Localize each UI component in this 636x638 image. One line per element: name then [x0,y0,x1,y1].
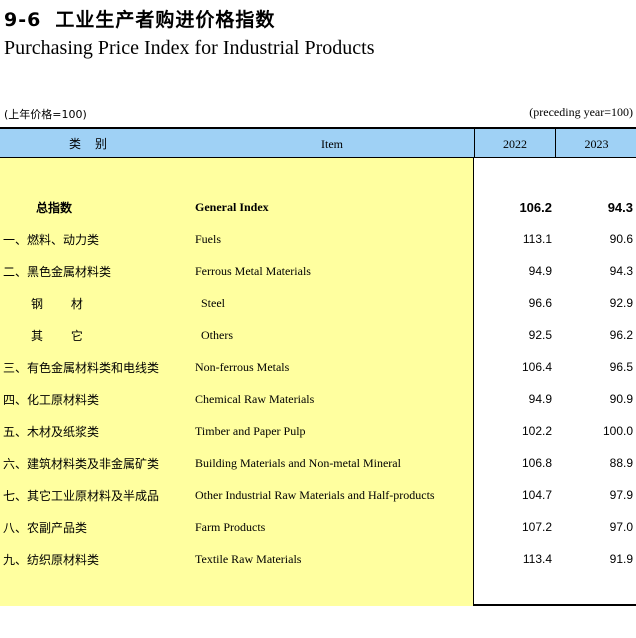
row-label-cn: 八、农副产品类 [3,521,88,535]
table-row: 五、木材及纸浆类 Timber and Paper Pulp 102.2 100… [0,423,636,445]
value-2023: 90.6 [609,232,633,246]
value-2023: 91.9 [609,552,633,566]
row-label-en: Others [201,328,233,342]
table-row: 八、农副产品类 Farm Products 107.2 97.0 [0,519,636,541]
table-header: 类别 Item 2022 2023 [0,129,636,158]
value-2022: 106.2 [519,200,552,215]
value-2023: 96.5 [609,360,633,374]
row-label-cn: 一、燃料、动力类 [3,233,100,247]
price-index-table: 类别 Item 2022 2023 总指数 General Index 106.… [0,127,636,606]
row-label-en: General Index [195,200,269,214]
row-label-en: Ferrous Metal Materials [195,264,311,278]
row-label-cn: 二、黑色金属材料类 [3,265,112,279]
header-item: Item [321,137,343,151]
table-row: 六、建筑材料类及非金属矿类 Building Materials and Non… [0,455,636,477]
value-2022: 113.4 [522,552,552,566]
row-label-cn: 钢 材 [31,297,95,311]
table-row: 二、黑色金属材料类 Ferrous Metal Materials 94.9 9… [0,263,636,285]
table-row: 其 它 Others 92.5 96.2 [0,327,636,349]
page-title-en: Purchasing Price Index for Industrial Pr… [4,37,375,59]
value-2022: 113.1 [522,232,552,246]
value-2023: 97.9 [609,488,633,502]
page-title-cn: 9-6 工业生产者购进价格指数 [4,5,275,32]
value-2022: 96.6 [528,296,552,310]
value-2022: 107.2 [521,520,552,534]
row-label-cn: 六、建筑材料类及非金属矿类 [3,457,160,471]
title-cn-text: 工业生产者购进价格指数 [55,9,276,31]
value-2023: 94.3 [609,264,633,278]
value-2022: 94.9 [528,264,552,278]
row-label-en: Timber and Paper Pulp [195,424,306,438]
value-2023: 94.3 [607,200,633,215]
row-label-en: Other Industrial Raw Materials and Half-… [195,488,435,502]
row-label-en: Fuels [195,232,222,246]
table-row: 总指数 General Index 106.2 94.3 [0,199,636,221]
row-label-en: Non-ferrous Metals [195,360,290,374]
table-row: 九、纺织原材料类 Textile Raw Materials 113.4 91.… [0,551,636,573]
table-row: 七、其它工业原材料及半成品 Other Industrial Raw Mater… [0,487,636,509]
value-2022: 92.5 [528,328,552,342]
table-row: 钢 材 Steel 96.6 92.9 [0,295,636,317]
table-number: 9-6 [4,9,42,31]
row-label-cn: 总指数 [36,201,73,215]
row-label-cn: 三、有色金属材料类和电线类 [3,361,160,375]
header-year-2022: 2022 [474,129,555,157]
table-row: 一、燃料、动力类 Fuels 113.1 90.6 [0,231,636,253]
row-label-cn: 其 它 [31,329,95,343]
row-label-cn: 九、纺织原材料类 [3,553,100,567]
value-2023: 90.9 [609,392,633,406]
row-label-en: Chemical Raw Materials [195,392,315,406]
table-row: 四、化工原材料类 Chemical Raw Materials 94.9 90.… [0,391,636,413]
value-2022: 94.9 [528,392,552,406]
value-2023: 88.9 [609,456,633,470]
value-2023: 96.2 [609,328,633,342]
row-label-en: Textile Raw Materials [195,552,302,566]
header-category: 类别 [68,137,121,151]
row-label-en: Building Materials and Non-metal Mineral [195,456,401,470]
row-label-cn: 七、其它工业原材料及半成品 [3,489,160,503]
value-2023: 100.0 [602,424,633,438]
value-2023: 92.9 [609,296,633,310]
value-2022: 106.4 [521,360,552,374]
value-2023: 97.0 [609,520,633,534]
row-label-en: Farm Products [195,520,266,534]
row-label-en: Steel [201,296,225,310]
unit-note-en: (preceding year=100) [529,105,633,119]
row-label-cn: 五、木材及纸浆类 [3,425,100,439]
value-2022: 104.7 [521,488,552,502]
value-2022: 106.8 [521,456,552,470]
header-year-2023: 2023 [555,129,636,157]
table-row: 三、有色金属材料类和电线类 Non-ferrous Metals 106.4 9… [0,359,636,381]
row-label-cn: 四、化工原材料类 [3,393,100,407]
value-2022: 102.2 [521,424,552,438]
unit-note-cn: (上年价格=100) [4,108,87,121]
